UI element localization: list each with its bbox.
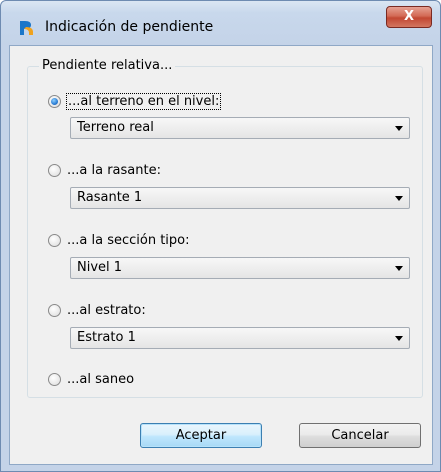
chevron-down-icon xyxy=(395,196,403,201)
radio-sanitation[interactable]: ...al saneo xyxy=(48,369,134,389)
radio-button[interactable] xyxy=(48,233,61,247)
radio-grade-line[interactable]: ...a la rasante: xyxy=(48,160,161,180)
group-legend: Pendiente relativa... xyxy=(39,58,176,73)
grade-line-select[interactable]: Rasante 1 xyxy=(70,187,410,209)
window-title: Indicación de pendiente xyxy=(45,19,214,35)
stratum-select[interactable]: Estrato 1 xyxy=(70,327,410,349)
chevron-down-icon xyxy=(395,336,403,341)
close-icon: X xyxy=(403,9,415,24)
cancel-button[interactable]: Cancelar xyxy=(299,423,421,448)
app-logo-icon xyxy=(20,21,33,35)
radio-grade-line-label[interactable]: ...a la rasante: xyxy=(67,163,161,178)
radio-button[interactable] xyxy=(48,303,61,317)
accept-button[interactable]: Aceptar xyxy=(140,423,262,448)
radio-typical-section-label[interactable]: ...a la sección tipo: xyxy=(67,233,190,248)
radio-stratum[interactable]: ...al estrato: xyxy=(48,300,146,320)
title-bar[interactable]: Indicación de pendiente X xyxy=(1,1,440,45)
terrain-level-select[interactable]: Terreno real xyxy=(70,117,410,139)
typical-section-value: Nivel 1 xyxy=(77,260,123,275)
radio-sanitation-label[interactable]: ...al saneo xyxy=(67,372,134,387)
radio-stratum-label[interactable]: ...al estrato: xyxy=(67,303,146,318)
radio-button-checked[interactable] xyxy=(48,94,61,108)
radio-button[interactable] xyxy=(48,163,61,177)
close-button[interactable]: X xyxy=(386,6,432,28)
radio-button[interactable] xyxy=(48,372,61,386)
typical-section-select[interactable]: Nivel 1 xyxy=(70,257,410,279)
terrain-level-value: Terreno real xyxy=(77,120,154,135)
stratum-value: Estrato 1 xyxy=(77,330,136,345)
radio-terrain[interactable]: ...al terreno en el nivel: xyxy=(48,91,222,111)
chevron-down-icon xyxy=(395,266,403,271)
grade-line-value: Rasante 1 xyxy=(77,190,143,205)
chevron-down-icon xyxy=(395,126,403,131)
radio-typical-section[interactable]: ...a la sección tipo: xyxy=(48,230,190,250)
radio-terrain-label[interactable]: ...al terreno en el nivel: xyxy=(65,92,222,110)
